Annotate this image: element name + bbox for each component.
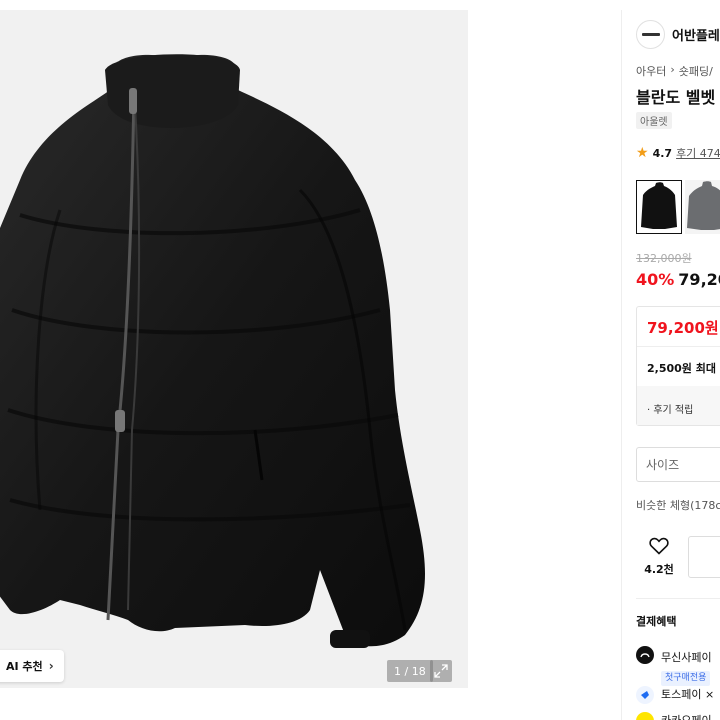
review-points: · 후기 적립 [647,405,694,416]
ai-recommend-button[interactable]: AI 추천 › [0,650,64,682]
color-thumb-gray[interactable] [685,180,720,234]
musinsa-pay-icon [636,646,654,664]
kakao-pay-icon [636,712,654,720]
section-divider [636,598,720,599]
chevron-right-icon: › [48,659,54,673]
thumb-image [641,182,677,229]
rating-row: ★ 4.7 후기 474 [636,145,720,161]
color-thumb-black[interactable] [636,180,682,234]
payment-item-toss[interactable]: 토스페이 × [636,686,714,704]
payment-label: 토스페이 × [661,688,715,701]
similar-body-text: 비슷한 체형(178c [636,499,720,512]
benefit-point: 2,500원 최대 [647,362,716,375]
product-image-gallery[interactable]: AI 추천 › 1 / 18 [0,10,468,688]
like-count: 4.2천 [644,563,674,576]
breadcrumb-item-outer[interactable]: 아우터 [636,63,666,79]
sale-price: 79,20 [678,270,720,289]
star-icon: ★ [636,145,649,161]
payment-label: 카카오페이 [661,712,712,720]
cart-button[interactable] [688,536,720,578]
expand-button[interactable] [430,660,452,682]
chevron-right-icon: › [670,63,675,76]
expand-icon [434,664,448,678]
breadcrumb: 아우터 › 숏패딩/ [636,63,713,79]
breadcrumb-item-padding[interactable]: 숏패딩/ [679,63,713,79]
first-purchase-badge: 첫구매전용 [661,671,711,686]
payment-item-kakao[interactable]: 카카오페이 [636,712,712,720]
toss-pay-icon [636,686,654,704]
ai-recommend-label: AI 추천 [6,660,43,673]
review-link[interactable]: 후기 474 [676,145,720,161]
brand-row[interactable]: 어반플레 [636,20,720,49]
size-placeholder: 사이즈 [646,458,680,472]
image-pager: 1 / 18 [387,660,433,682]
original-price: 132,000원 [636,252,692,265]
payment-label: 무신사페이 [661,651,712,664]
product-image [0,54,425,648]
brand-name: 어반플레 [672,29,720,44]
discount-rate: 40% [636,270,675,289]
rating-score: 4.7 [652,146,673,160]
brand-logo [636,20,665,49]
product-title: 블란도 벨벳 [636,88,716,107]
payment-item-musinsa[interactable]: 무신사페이 첫구매전용 [636,646,712,686]
payment-benefits-heading: 결제혜택 [636,615,677,628]
outlet-tag: 아울렛 [636,112,672,129]
benefit-price: 79,200원 [647,319,719,337]
panel-divider [621,10,622,720]
benefit-divider [637,346,720,347]
like-button[interactable]: 4.2천 [641,537,677,577]
sale-price-row: 40%79,20 [636,270,720,289]
heart-icon [649,537,669,555]
size-select[interactable]: 사이즈 [636,447,720,482]
thumb-image [687,181,720,230]
